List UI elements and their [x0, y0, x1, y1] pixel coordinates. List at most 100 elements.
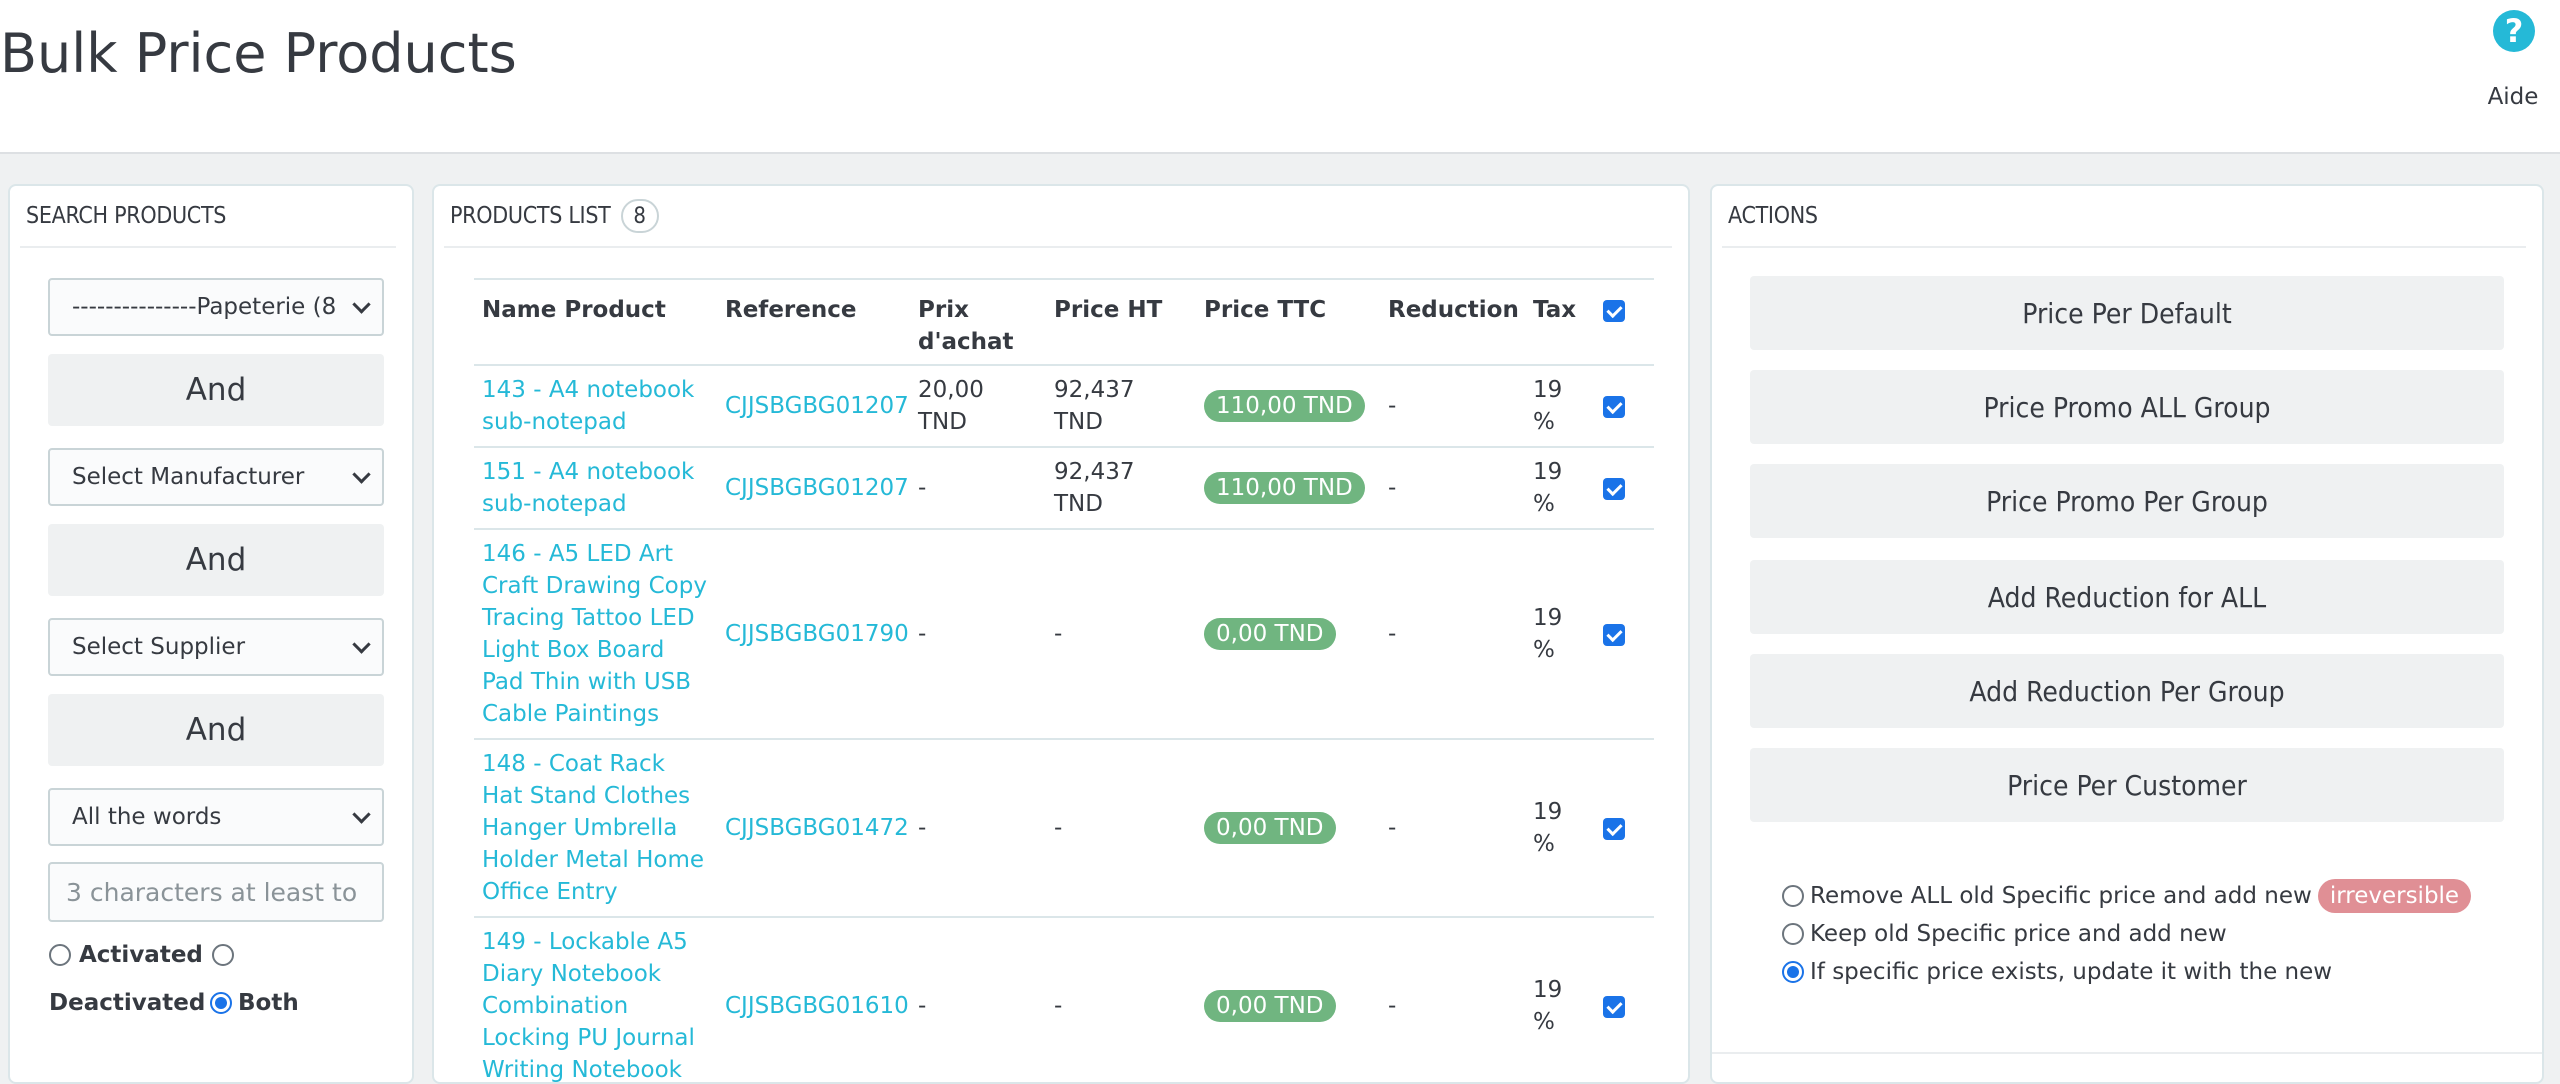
option-keep-old-label: Keep old Specific price and add new	[1810, 921, 2227, 947]
col-header-prix-achat[interactable]: Prix d'achat	[910, 280, 1046, 365]
supplier-select-value: Select Supplier	[72, 634, 246, 660]
option-update-existing-label: If specific price exists, update it with…	[1810, 959, 2333, 985]
table-header-row: Name Product Reference Prix d'achat Pric…	[474, 280, 1654, 365]
radio-activated[interactable]	[49, 944, 71, 966]
select-all-checkbox[interactable]	[1603, 299, 1625, 322]
price-per-default-button[interactable]: Price Per Default	[1750, 276, 2504, 350]
page-header: Bulk Price Products ? Aide	[0, 0, 2560, 154]
price-ht-cell: -	[1046, 916, 1196, 1082]
help-button[interactable]: ? Aide	[2480, 10, 2546, 110]
radio-both[interactable]	[210, 992, 232, 1014]
products-count-badge: 8	[620, 199, 659, 233]
radio-keep-old[interactable]	[1782, 923, 1804, 945]
manufacturer-select-value: Select Manufacturer	[72, 464, 305, 490]
prix-achat-cell: -	[910, 528, 1046, 739]
price-promo-all-group-button[interactable]: Price Promo ALL Group	[1750, 370, 2504, 444]
radio-deactivated-label: Deactivated	[49, 990, 206, 1016]
table-row: 148 - Coat Rack Hat Stand Clothes Hanger…	[474, 738, 1654, 917]
actions-panel: ACTIONS Price Per Default Price Promo AL…	[1710, 184, 2544, 1084]
reduction-cell: -	[1380, 528, 1525, 739]
product-name-link[interactable]: 146 - A5 LED Art Craft Drawing Copy Trac…	[482, 541, 707, 727]
actions-divider	[1712, 1052, 2542, 1054]
table-row: 146 - A5 LED Art Craft Drawing Copy Trac…	[474, 528, 1654, 739]
irreversible-badge: irreversible	[2317, 879, 2472, 913]
radio-remove-all[interactable]	[1782, 885, 1804, 907]
add-reduction-per-group-button[interactable]: Add Reduction Per Group	[1750, 654, 2504, 728]
search-products-panel: SEARCH PRODUCTS ---------------Papeterie…	[8, 184, 414, 1084]
price-ttc-badge: 0,00 TND	[1204, 990, 1336, 1022]
words-match-select[interactable]: All the words	[48, 788, 384, 846]
product-reference-link[interactable]: CJJSBGBG01207	[725, 475, 909, 501]
reduction-cell: -	[1380, 916, 1525, 1082]
price-ht-cell: -	[1046, 738, 1196, 917]
price-ht-cell: -	[1046, 528, 1196, 739]
col-header-reference[interactable]: Reference	[717, 280, 910, 365]
products-list-panel: PRODUCTS LIST 8 Name Product Reference P…	[432, 184, 1690, 1084]
col-header-price-ht[interactable]: Price HT	[1046, 280, 1196, 365]
reduction-cell: -	[1380, 446, 1525, 529]
prix-achat-cell: -	[910, 446, 1046, 529]
row-select-checkbox[interactable]	[1603, 817, 1625, 840]
radio-update-existing[interactable]	[1782, 961, 1804, 983]
price-ttc-badge: 110,00 TND	[1204, 390, 1365, 422]
price-per-customer-button[interactable]: Price Per Customer	[1750, 748, 2504, 822]
price-promo-per-group-button[interactable]: Price Promo Per Group	[1750, 464, 2504, 538]
category-select[interactable]: ---------------Papeterie (8 P	[48, 278, 384, 336]
option-keep-old-row: Keep old Specific price and add new	[1782, 916, 2227, 952]
actions-heading: ACTIONS	[1722, 186, 2526, 248]
product-name-link[interactable]: 149 - Lockable A5 Diary Notebook Combina…	[482, 929, 695, 1082]
row-select-checkbox[interactable]	[1603, 623, 1625, 646]
option-remove-all-row: Remove ALL old Specific price and add ne…	[1782, 878, 2472, 914]
chevron-down-icon	[352, 294, 371, 314]
price-ttc-badge: 0,00 TND	[1204, 812, 1336, 844]
product-name-link[interactable]: 143 - A4 notebook sub-notepad	[482, 377, 694, 435]
page-title: Bulk Price Products	[0, 22, 517, 85]
table-row: 143 - A4 notebook sub-notepad CJJSBGBG01…	[474, 364, 1654, 447]
row-select-checkbox[interactable]	[1603, 395, 1625, 418]
products-list-heading: PRODUCTS LIST 8	[444, 186, 1672, 248]
product-reference-link[interactable]: CJJSBGBG01472	[725, 815, 909, 841]
manufacturer-select[interactable]: Select Manufacturer	[48, 448, 384, 506]
category-select-value: ---------------Papeterie (8 P	[72, 294, 345, 320]
chevron-down-icon	[352, 804, 371, 824]
products-table-wrap: Name Product Reference Prix d'achat Pric…	[474, 278, 1654, 1082]
radio-deactivated[interactable]	[212, 944, 234, 966]
price-ttc-badge: 0,00 TND	[1204, 618, 1336, 650]
table-row: 149 - Lockable A5 Diary Notebook Combina…	[474, 916, 1654, 1082]
chevron-down-icon	[352, 634, 371, 654]
reduction-cell: -	[1380, 738, 1525, 917]
col-header-tax[interactable]: Tax	[1525, 280, 1595, 365]
col-header-select-all	[1595, 280, 1654, 365]
radio-both-label: Both	[238, 990, 299, 1016]
chevron-down-icon	[352, 464, 371, 484]
table-row: 151 - A4 notebook sub-notepad CJJSBGBG01…	[474, 446, 1654, 529]
product-reference-link[interactable]: CJJSBGBG01207	[725, 393, 909, 419]
and-operator-button-3[interactable]: And	[48, 694, 384, 766]
and-operator-button-1[interactable]: And	[48, 354, 384, 426]
product-name-link[interactable]: 151 - A4 notebook sub-notepad	[482, 459, 694, 517]
product-reference-link[interactable]: CJJSBGBG01610	[725, 993, 909, 1019]
supplier-select[interactable]: Select Supplier	[48, 618, 384, 676]
products-table: Name Product Reference Prix d'achat Pric…	[474, 280, 1654, 1082]
product-reference-link[interactable]: CJJSBGBG01790	[725, 621, 909, 647]
col-header-price-ttc[interactable]: Price TTC	[1196, 280, 1380, 365]
search-input[interactable]	[48, 862, 384, 922]
tax-cell: 19 %	[1525, 364, 1595, 447]
row-select-checkbox[interactable]	[1603, 995, 1625, 1018]
help-label: Aide	[2487, 84, 2539, 110]
product-name-link[interactable]: 148 - Coat Rack Hat Stand Clothes Hanger…	[482, 751, 704, 905]
and-operator-button-2[interactable]: And	[48, 524, 384, 596]
price-ttc-badge: 110,00 TND	[1204, 472, 1365, 504]
col-header-name[interactable]: Name Product	[474, 280, 717, 365]
words-match-select-value: All the words	[72, 804, 222, 830]
tax-cell: 19 %	[1525, 738, 1595, 917]
col-header-reduction[interactable]: Reduction	[1380, 280, 1525, 365]
radio-activated-label: Activated	[79, 942, 203, 968]
row-select-checkbox[interactable]	[1603, 477, 1625, 500]
tax-cell: 19 %	[1525, 446, 1595, 529]
products-list-title: PRODUCTS LIST	[450, 203, 611, 229]
prix-achat-cell: -	[910, 738, 1046, 917]
option-remove-all-label: Remove ALL old Specific price and add ne…	[1810, 883, 2312, 909]
add-reduction-all-button[interactable]: Add Reduction for ALL	[1750, 560, 2504, 634]
price-ht-cell: 92,437 TND	[1046, 446, 1196, 529]
